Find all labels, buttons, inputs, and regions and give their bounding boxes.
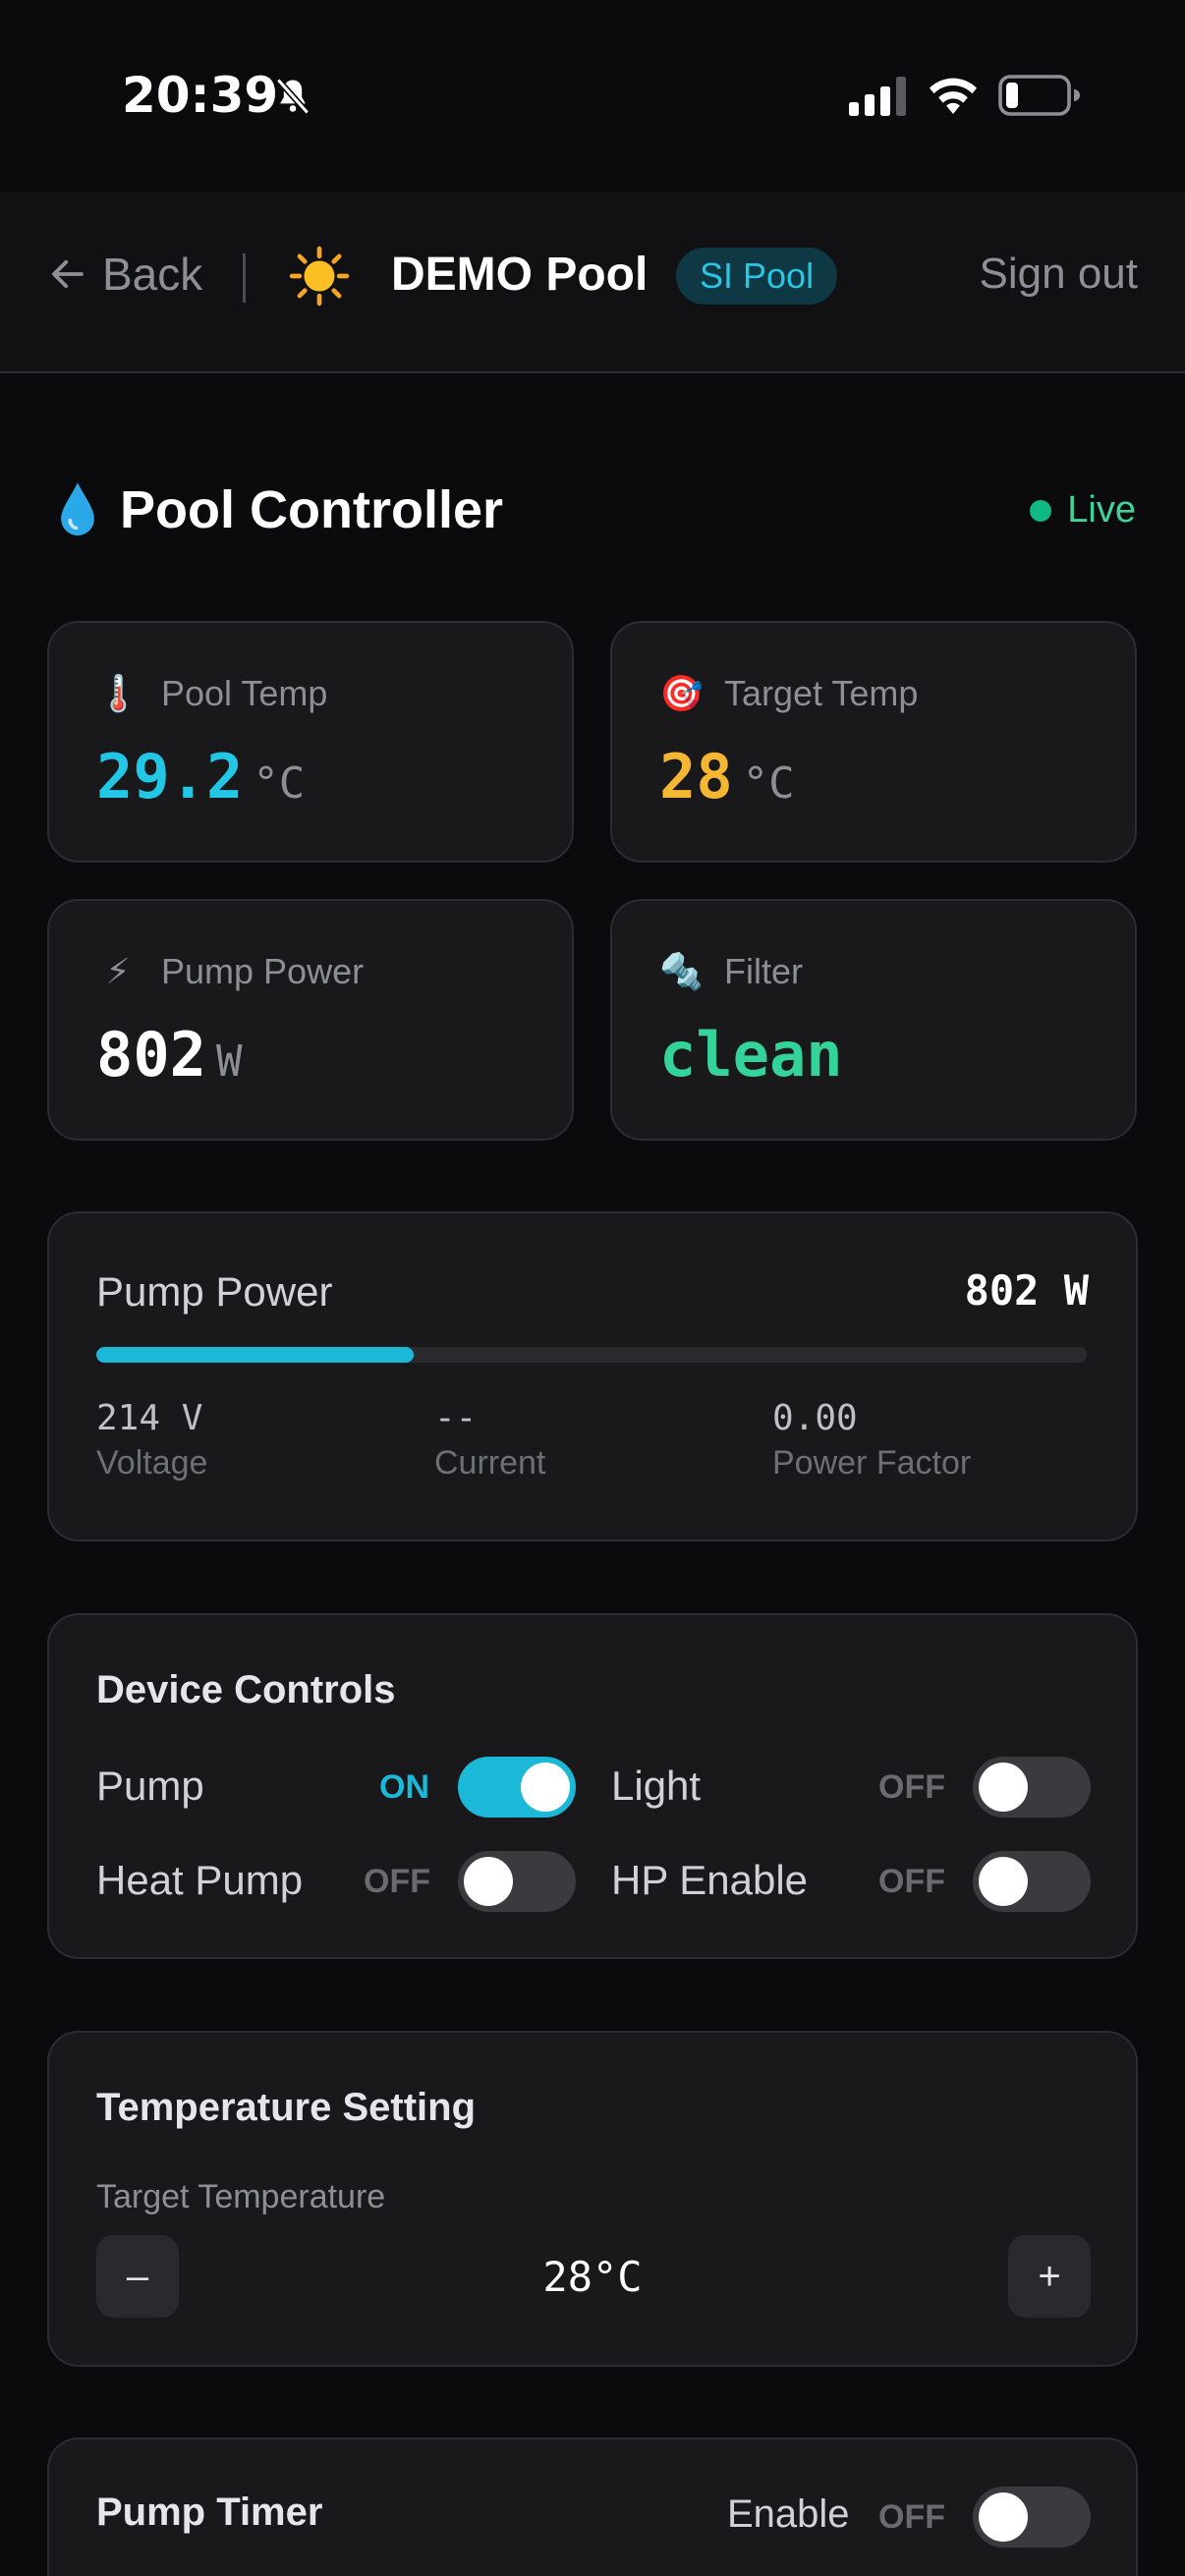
target-icon: 🎯 [659, 673, 704, 713]
pump-timer-enable-label: Enable [727, 2492, 850, 2536]
water-drop-icon [61, 482, 94, 536]
target-temperature-label: Target Temperature [96, 2178, 386, 2215]
temperature-setting-card: Temperature Setting Target Temperature –… [47, 2031, 1138, 2367]
toggle-knob [464, 1857, 513, 1906]
pool-badge: SI Pool [676, 248, 838, 305]
pump-timer-state: OFF [878, 2498, 945, 2536]
page-title: Pool Controller [55, 479, 503, 540]
back-button[interactable]: Back [47, 248, 202, 301]
stat-unit: W [215, 1036, 243, 1087]
control-state-pump: ON [379, 1768, 429, 1806]
live-status: Live [1030, 489, 1136, 532]
stat-card-pump-power: ⚡ Pump Power 802 W [47, 899, 574, 1141]
header-divider [243, 253, 246, 303]
control-state-heat-pump: OFF [364, 1863, 430, 1900]
filter-icon: 🔩 [659, 951, 704, 991]
metric-current: -- Current [434, 1398, 545, 1483]
bell-slash-icon [276, 78, 310, 115]
metric-value: -- [434, 1398, 478, 1438]
pump-power-value: 802 W [964, 1266, 1089, 1315]
metric-value: 214 V [96, 1398, 203, 1438]
metric-value: 0.00 [772, 1398, 858, 1438]
status-time: 20:39 [122, 67, 279, 124]
pool-name: DEMO Pool [391, 249, 649, 301]
toggle-knob [521, 1763, 570, 1812]
cellular-signal-icon [849, 77, 906, 116]
toggle-knob [979, 1763, 1028, 1812]
page-title-text: Pool Controller [120, 480, 503, 539]
pump-toggle[interactable] [458, 1757, 576, 1818]
battery-low-icon [998, 75, 1080, 116]
arrow-left-icon [52, 259, 84, 289]
stat-label: Pool Temp [161, 673, 328, 713]
stat-value: 802 [96, 1019, 206, 1091]
device-controls-card: Device Controls Pump ON Light OFF Heat P… [47, 1613, 1138, 1959]
sun-icon [289, 246, 350, 307]
thermometer-icon: 🌡️ [96, 673, 141, 713]
pump-timer-toggle[interactable] [973, 2487, 1091, 2548]
wifi-icon [930, 78, 977, 114]
toggle-knob [979, 1857, 1028, 1906]
control-label-heat-pump: Heat Pump [96, 1857, 304, 1903]
hp-enable-toggle[interactable] [973, 1851, 1091, 1912]
device-controls-title: Device Controls [96, 1668, 396, 1711]
increase-temperature-button[interactable]: + [1008, 2235, 1091, 2318]
metric-label: Current [434, 1444, 546, 1482]
control-label-pump: Pump [96, 1763, 204, 1809]
stat-unit: °C [742, 758, 795, 809]
toggle-knob [979, 2492, 1028, 2542]
pump-power-bar [96, 1347, 1087, 1363]
stat-card-target-temp: 🎯 Target Temp 28 °C [610, 621, 1137, 863]
status-bar: 20:39 [0, 0, 1185, 192]
pump-timer-title: Pump Timer [96, 2491, 323, 2534]
control-state-hp-enable: OFF [878, 1863, 945, 1900]
control-state-light: OFF [878, 1768, 945, 1806]
stat-value: clean [659, 1019, 843, 1091]
pump-timer-card: Pump Timer Enable OFF [47, 2437, 1138, 2576]
metric-voltage: 214 V Voltage [96, 1398, 207, 1483]
stat-card-pool-temp: 🌡️ Pool Temp 29.2 °C [47, 621, 574, 863]
pump-power-title: Pump Power [96, 1268, 333, 1315]
metric-power-factor: 0.00 Power Factor [772, 1398, 971, 1483]
stat-card-filter: 🔩 Filter clean [610, 899, 1137, 1141]
control-label-light: Light [611, 1763, 702, 1809]
back-label: Back [102, 249, 203, 300]
lightning-icon: ⚡ [105, 951, 131, 991]
stat-unit: °C [253, 758, 306, 809]
pump-power-card: Pump Power 802 W 214 V Voltage -- Curren… [47, 1211, 1138, 1541]
control-label-hp-enable: HP Enable [611, 1857, 809, 1903]
live-label: Live [1067, 489, 1136, 531]
stat-value: 28 [659, 741, 733, 812]
stat-value: 29.2 [96, 741, 244, 812]
light-toggle[interactable] [973, 1757, 1091, 1818]
metric-label: Voltage [96, 1444, 208, 1482]
pump-power-bar-fill [96, 1347, 414, 1363]
stat-label: Pump Power [161, 951, 365, 991]
live-dot [1030, 499, 1052, 522]
stat-label: Target Temp [724, 673, 919, 713]
sign-out-button[interactable]: Sign out [980, 250, 1138, 299]
temperature-setting-title: Temperature Setting [96, 2086, 476, 2129]
metric-label: Power Factor [772, 1444, 972, 1482]
heat-pump-toggle[interactable] [458, 1851, 576, 1912]
stat-label: Filter [724, 951, 803, 991]
target-temperature-value: 28°C [542, 2253, 643, 2301]
